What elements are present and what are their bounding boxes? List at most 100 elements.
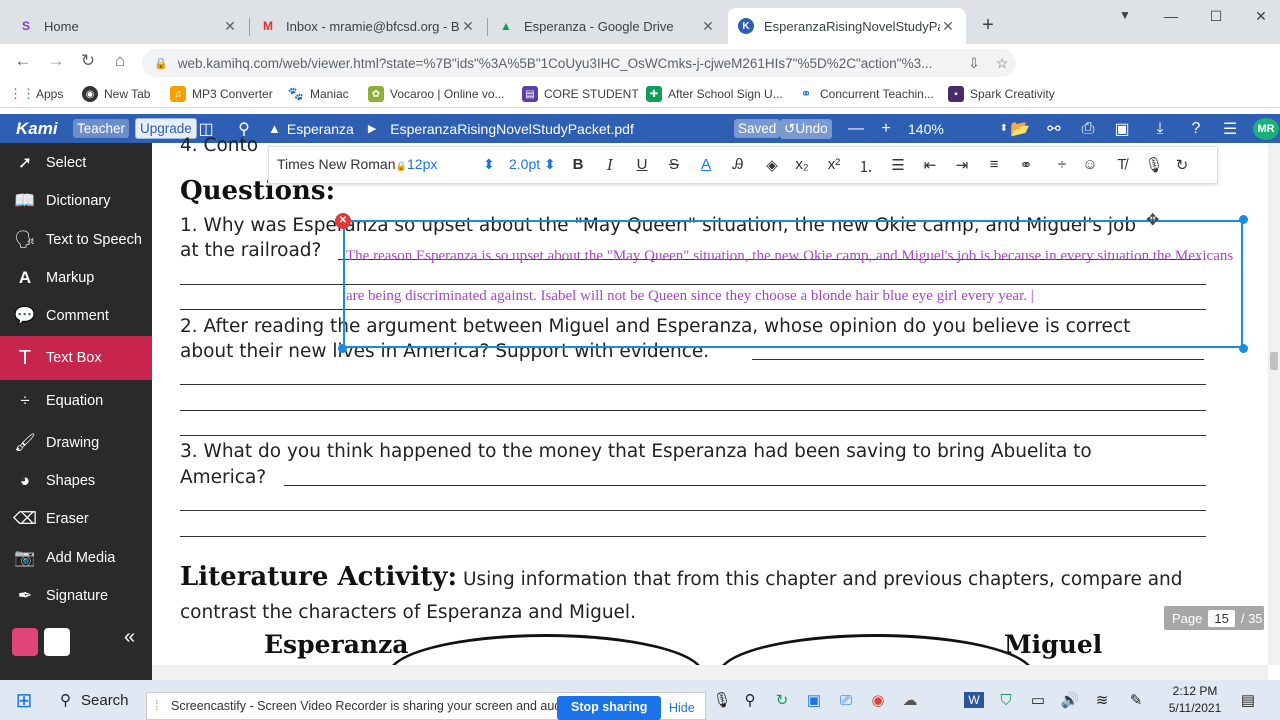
bookmark-core[interactable]: ▤ CORE STUDENT bbox=[522, 85, 639, 103]
tool-equation[interactable]: ÷ Equation bbox=[0, 382, 152, 420]
font-size-stepper-icon[interactable]: ⬍ bbox=[483, 156, 495, 173]
scrollbar-thumb[interactable] bbox=[1270, 352, 1278, 370]
collapse-sidebar-button[interactable]: « bbox=[124, 626, 135, 649]
user-avatar[interactable]: MR bbox=[1253, 118, 1279, 140]
close-window-button[interactable]: ✕ bbox=[1246, 8, 1276, 25]
rotate-icon[interactable]: ↻ bbox=[1171, 156, 1193, 174]
microphone-icon[interactable]: 🎙 bbox=[712, 680, 732, 720]
pen-icon[interactable]: ✎ bbox=[1124, 680, 1148, 720]
drag-handle-icon[interactable]: ⁞ bbox=[155, 699, 158, 713]
bookmark-spark[interactable]: ▪ Spark Creativity bbox=[948, 85, 1055, 103]
superscript-icon[interactable]: x² bbox=[823, 156, 845, 173]
page-number-input[interactable]: 15 bbox=[1208, 609, 1235, 627]
close-icon[interactable]: ✕ bbox=[460, 18, 476, 35]
bookmark-new-tab[interactable]: ◉ New Tab bbox=[82, 85, 150, 103]
highlight-icon[interactable]: Ꭿ bbox=[727, 156, 749, 173]
zoom-out-icon[interactable]: — bbox=[844, 114, 868, 143]
font-select[interactable]: Times New Roman🔒 bbox=[277, 156, 407, 172]
tool-comment[interactable]: 💬 Comment bbox=[0, 297, 152, 335]
tab-drive[interactable]: ▲ Esperanza - Google Drive ✕ bbox=[488, 8, 726, 44]
home-icon[interactable]: ⌂ bbox=[108, 51, 132, 73]
close-icon[interactable]: ✕ bbox=[940, 18, 956, 35]
print-icon[interactable]: ⎙ bbox=[1076, 114, 1100, 143]
share-icon[interactable]: ⚯ bbox=[1042, 114, 1066, 143]
battery-icon[interactable]: ▭ bbox=[1026, 680, 1050, 720]
taskbar-search[interactable]: ⚲ Search bbox=[48, 680, 146, 720]
tool-signature[interactable]: ✒ Signature bbox=[0, 577, 152, 615]
fill-bucket-icon[interactable]: ◈ bbox=[761, 156, 783, 174]
delete-annotation-button[interactable]: ✕ bbox=[335, 213, 351, 229]
undo-button[interactable]: ↺Undo bbox=[780, 114, 832, 143]
numbered-list-icon[interactable]: ⒈ bbox=[855, 156, 877, 177]
chrome-icon[interactable]: ◉ bbox=[866, 680, 890, 720]
bookmark-apps[interactable]: ⋮⋮ Apps bbox=[9, 85, 63, 103]
color-swatch-primary[interactable] bbox=[12, 628, 38, 656]
download-icon[interactable]: ⤓ bbox=[1148, 114, 1172, 143]
tab-home[interactable]: S Home ✕ bbox=[8, 8, 248, 44]
breadcrumb-file[interactable]: EsperanzaRisingNovelStudyPacket.pdf bbox=[390, 121, 634, 137]
text-color-icon[interactable]: A bbox=[695, 156, 717, 173]
cloud-icon[interactable]: ☁ bbox=[898, 680, 922, 720]
clear-format-icon[interactable]: T̸ bbox=[1111, 156, 1133, 173]
link-icon[interactable]: ⚭ bbox=[1015, 156, 1037, 174]
camera-icon[interactable]: ⎚ bbox=[834, 680, 858, 720]
tool-markup[interactable]: A Markup bbox=[0, 259, 152, 297]
bookmark-concurrent[interactable]: ⚭ Concurrent Teachin... bbox=[798, 85, 934, 103]
new-tab-button[interactable]: + bbox=[976, 14, 1000, 37]
help-icon[interactable]: ? bbox=[1184, 114, 1208, 143]
bookmark-star-icon[interactable]: ☆ bbox=[988, 55, 1016, 72]
resize-handle[interactable] bbox=[1239, 215, 1248, 224]
sync-icon[interactable]: ↻ bbox=[770, 680, 794, 720]
font-size-select[interactable]: 12px bbox=[407, 156, 437, 172]
align-icon[interactable]: ≡ bbox=[983, 156, 1005, 173]
underline-icon[interactable]: U bbox=[631, 156, 653, 173]
back-icon[interactable]: ← bbox=[11, 51, 35, 73]
line-width-select[interactable]: 2.0pt ⬍ bbox=[509, 156, 556, 173]
strikethrough-icon[interactable]: S bbox=[663, 156, 685, 173]
italic-icon[interactable]: I bbox=[599, 156, 621, 174]
indent-icon[interactable]: ⇥ bbox=[951, 156, 973, 174]
tool-select[interactable]: ➚ Select bbox=[0, 144, 152, 182]
url-field[interactable]: 🔒 web.kamihq.com/web/viewer.html?state=%… bbox=[142, 49, 1016, 77]
tab-search-icon[interactable]: ▼ bbox=[1110, 8, 1140, 22]
wifi-icon[interactable]: ≋ bbox=[1090, 680, 1114, 720]
zoom-select[interactable]: 140% ⬍ bbox=[908, 114, 1008, 143]
answer-text[interactable]: The reason Esperanza is so upset about t… bbox=[346, 236, 1236, 316]
resize-handle[interactable] bbox=[338, 344, 347, 353]
tool-drawing[interactable]: 🖌 Drawing bbox=[0, 424, 152, 462]
tool-text-to-speech[interactable]: 🗣 Text to Speech bbox=[0, 221, 152, 259]
save-icon[interactable]: ▣ bbox=[1110, 114, 1134, 143]
search-icon[interactable]: ⚲ bbox=[738, 680, 762, 720]
resize-handle[interactable] bbox=[1239, 344, 1248, 353]
equation-icon[interactable]: ÷ bbox=[1051, 156, 1073, 173]
tab-kami[interactable]: K EsperanzaRisingNovelStudyPacke ✕ bbox=[728, 8, 966, 44]
tool-eraser[interactable]: ⌫ Eraser bbox=[0, 500, 152, 538]
zoom-in-icon[interactable]: + bbox=[874, 114, 898, 143]
breadcrumb-folder[interactable]: Esperanza bbox=[287, 121, 354, 137]
install-icon[interactable]: ⇩ bbox=[960, 55, 988, 72]
horizontal-scrollbar[interactable] bbox=[152, 665, 1268, 680]
tab-inbox[interactable]: M Inbox - mramie@bfcsd.org - Bra ✕ bbox=[250, 8, 486, 44]
bookmark-after-school[interactable]: ✚ After School Sign U... bbox=[646, 85, 783, 103]
word-icon[interactable]: W bbox=[962, 680, 986, 720]
bold-icon[interactable]: B bbox=[567, 156, 589, 173]
folder-icon[interactable]: 📂 bbox=[1008, 114, 1032, 143]
minimize-button[interactable]: — bbox=[1156, 8, 1186, 24]
outdent-icon[interactable]: ⇤ bbox=[919, 156, 941, 174]
system-clock[interactable]: 2:12 PM 5/11/2021 bbox=[1158, 683, 1232, 717]
microphone-icon[interactable]: 🎙 bbox=[1143, 156, 1165, 174]
close-icon[interactable]: ✕ bbox=[222, 18, 238, 35]
tool-shapes[interactable]: ◕ Shapes bbox=[0, 462, 152, 500]
maximize-button[interactable]: ☐ bbox=[1201, 8, 1231, 25]
hamburger-menu-icon[interactable]: ☰ bbox=[1218, 114, 1242, 143]
screen-icon[interactable]: ▣ bbox=[802, 680, 826, 720]
shield-icon[interactable]: ⛉ bbox=[994, 680, 1018, 720]
tool-text-box[interactable]: T Text Box bbox=[0, 336, 152, 380]
bookmark-maniac[interactable]: 🐾 Maniac bbox=[288, 85, 349, 103]
reload-icon[interactable]: ↻ bbox=[76, 51, 100, 73]
bullet-list-icon[interactable]: ☰ bbox=[887, 156, 909, 174]
close-icon[interactable]: ✕ bbox=[700, 18, 716, 35]
hide-button[interactable]: Hide bbox=[669, 701, 695, 715]
bookmark-mp3[interactable]: ♫ MP3 Converter bbox=[170, 85, 273, 103]
stop-sharing-button[interactable]: Stop sharing bbox=[557, 696, 662, 720]
